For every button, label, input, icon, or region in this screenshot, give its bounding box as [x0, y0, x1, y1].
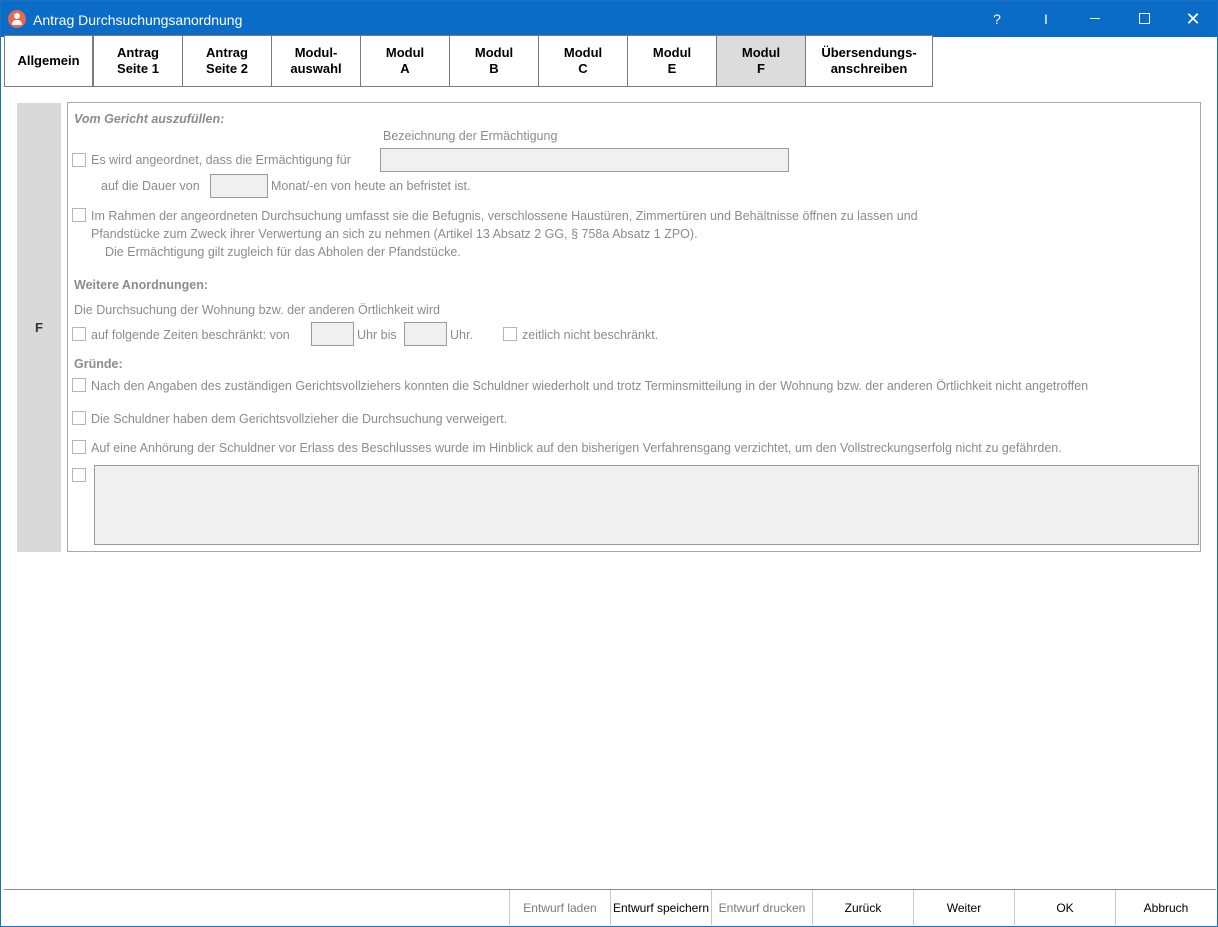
tab-modul-b[interactable]: Modul B [449, 35, 539, 87]
rahmen-line-3: Die Ermächtigung gilt zugleich für das A… [105, 245, 461, 259]
tab-label: Allgemein [17, 53, 80, 68]
grund-3-label: Auf eine Anhörung der Schuldner vor Erla… [91, 441, 1062, 455]
tab-label: Antrag Seite 2 [206, 45, 248, 76]
text-cursor-icon: I [1044, 11, 1048, 27]
rahmen-line-2: Pfandstücke zum Zweck ihrer Verwertung a… [91, 227, 698, 241]
weiter-button[interactable]: Weiter [913, 890, 1014, 925]
tab-modul-f[interactable]: Modul F [716, 35, 806, 87]
angeordnet-checkbox[interactable] [72, 153, 86, 167]
app-user-icon [8, 10, 26, 28]
title-bar[interactable]: Antrag Durchsuchungsanordnung ? I ✕ [1, 1, 1217, 37]
abbruch-button[interactable]: Abbruch [1115, 890, 1216, 925]
grund-sonstige-textarea[interactable] [94, 465, 1199, 545]
module-letter-bar: F [17, 103, 61, 552]
tab-modul-e[interactable]: Modul E [627, 35, 717, 87]
tab-label: Modul- auswahl [290, 45, 342, 76]
zeitlich-label: zeitlich nicht beschränkt. [522, 328, 659, 342]
tab-label: Modul B [474, 45, 514, 76]
dauer-suffix-label: Monat/-en von heute an befristet ist. [271, 179, 471, 193]
tab-label: Modul A [385, 45, 425, 76]
grund-3-checkbox[interactable] [72, 440, 86, 454]
tab-label: Modul C [563, 45, 603, 76]
zeit-von-input[interactable] [311, 322, 354, 346]
tab-modul-c[interactable]: Modul C [538, 35, 628, 87]
dauer-input[interactable] [210, 174, 268, 198]
grund-1-checkbox[interactable] [72, 378, 86, 392]
rahmen-checkbox[interactable] [72, 208, 86, 222]
uhr-bis-label: Uhr bis [357, 328, 397, 342]
zeitlich-checkbox[interactable] [503, 327, 517, 341]
tab-label: Antrag Seite 1 [117, 45, 159, 76]
entwurf-laden-button[interactable]: Entwurf laden [509, 890, 610, 925]
minimize-button[interactable] [1071, 1, 1119, 37]
tab-antrag-seite-1[interactable]: Antrag Seite 1 [93, 35, 183, 87]
grund-2-label: Die Schuldner haben dem Gerichtsvollzieh… [91, 412, 508, 426]
entwurf-drucken-button[interactable]: Entwurf drucken [711, 890, 812, 925]
section-court-heading: Vom Gericht auszufüllen: [74, 112, 225, 126]
grund-sonstige-checkbox[interactable] [72, 468, 86, 482]
window-title: Antrag Durchsuchungsanordnung [33, 12, 243, 28]
tab-uebersendungsanschreiben[interactable]: Übersendungs- anschreiben [805, 35, 933, 87]
tab-allgemein[interactable]: Allgemein [4, 35, 93, 87]
tab-antrag-seite-2[interactable]: Antrag Seite 2 [182, 35, 272, 87]
uhr-label: Uhr. [450, 328, 473, 342]
rahmen-line-1: Im Rahmen der angeordneten Durchsuchung … [91, 209, 918, 223]
tab-label: Modul F [741, 45, 781, 76]
section-weitere-heading: Weitere Anordnungen: [74, 278, 209, 292]
durchsuchung-text: Die Durchsuchung der Wohnung bzw. der an… [74, 303, 440, 317]
tab-label: Modul E [652, 45, 692, 76]
tab-modulauswahl[interactable]: Modul- auswahl [271, 35, 361, 87]
minimize-icon [1090, 18, 1100, 20]
section-gruende-heading: Gründe: [74, 357, 123, 371]
maximize-icon [1138, 13, 1150, 25]
entwurf-speichern-button[interactable]: Entwurf speichern [610, 890, 711, 925]
zurueck-button[interactable]: Zurück [812, 890, 913, 925]
dialog-window: Antrag Durchsuchungsanordnung ? I ✕ Allg… [0, 0, 1218, 927]
help-button[interactable]: ? [973, 1, 1021, 37]
bezeichnung-input[interactable] [380, 148, 789, 172]
tab-label: Übersendungs- anschreiben [821, 45, 917, 76]
ok-button[interactable]: OK [1014, 890, 1115, 925]
zeiten-label: auf folgende Zeiten beschränkt: von [91, 328, 290, 342]
maximize-button[interactable] [1120, 1, 1168, 37]
angeordnet-label: Es wird angeordnet, dass die Ermächtigun… [91, 153, 351, 167]
bezeichnung-label: Bezeichnung der Ermächtigung [383, 129, 558, 143]
module-f-panel: Vom Gericht auszufüllen: Bezeichnung der… [67, 102, 1201, 552]
zeit-bis-input[interactable] [404, 322, 447, 346]
zeiten-checkbox[interactable] [72, 327, 86, 341]
tab-modul-a[interactable]: Modul A [360, 35, 450, 87]
close-button[interactable]: ✕ [1169, 1, 1217, 37]
dauer-prefix-label: auf die Dauer von [101, 179, 200, 193]
grund-2-checkbox[interactable] [72, 411, 86, 425]
grund-1-label: Nach den Angaben des zuständigen Gericht… [91, 379, 1089, 393]
